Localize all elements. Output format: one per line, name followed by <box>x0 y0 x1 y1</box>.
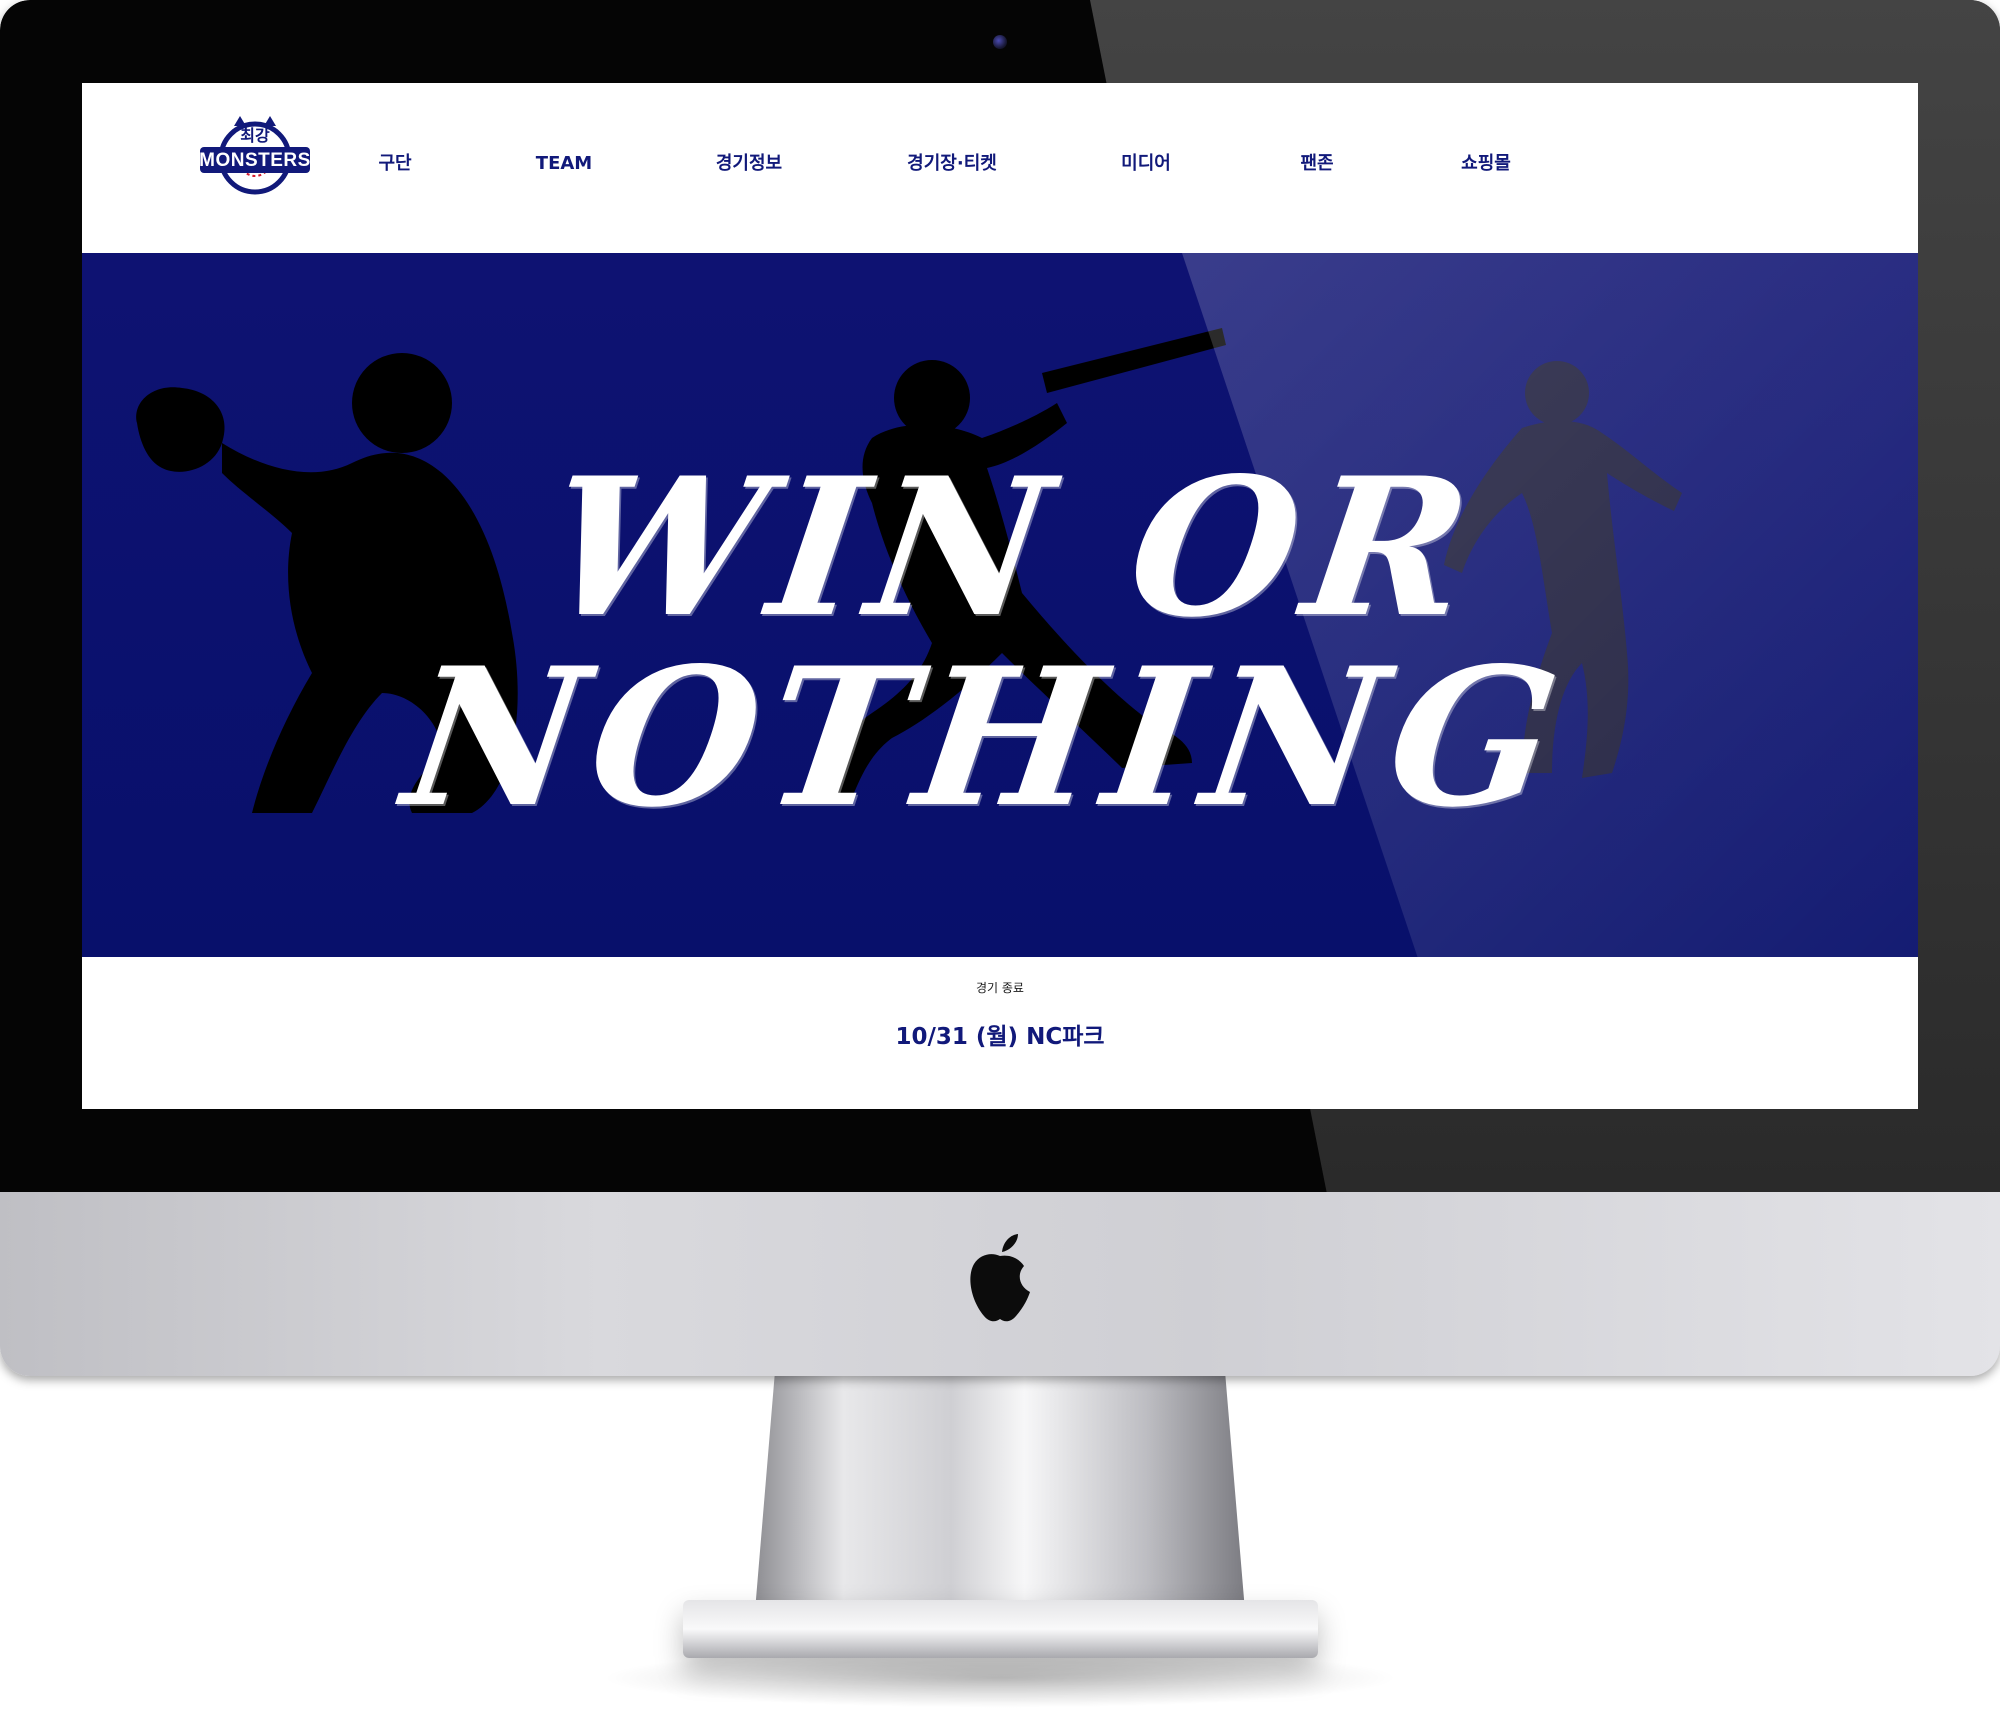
nav-item-shop[interactable]: 쇼핑몰 <box>1461 149 1511 179</box>
stand-base <box>683 1600 1318 1658</box>
match-date-venue: 10/31 (월) NC파크 <box>895 1024 1105 1050</box>
stand-neck <box>755 1376 1245 1611</box>
monsters-logo[interactable]: MONSTERS 최강 <box>196 110 314 205</box>
hero-banner: WIN OR NOTHING <box>82 253 1918 957</box>
nav-item-fanzone[interactable]: 팬존 <box>1300 149 1333 179</box>
nav-item-game-info[interactable]: 경기정보 <box>716 149 782 179</box>
nav-item-club[interactable]: 구단 <box>378 149 411 179</box>
logo-text: MONSTERS <box>199 150 311 171</box>
monitor-bezel: MONSTERS 최강 구단 TEAM 경기정보 경기장·티켓 미디어 팬존 쇼… <box>0 0 2000 1376</box>
logo-top-text: 최강 <box>240 126 270 145</box>
imac-mockup: MONSTERS 최강 구단 TEAM 경기정보 경기장·티켓 미디어 팬존 쇼… <box>0 0 2000 1736</box>
nav-item-stadium-ticket[interactable]: 경기장·티켓 <box>907 149 997 179</box>
screen: MONSTERS 최강 구단 TEAM 경기정보 경기장·티켓 미디어 팬존 쇼… <box>82 83 1918 1109</box>
match-result-section: 경기 종료 10/31 (월) NC파크 <box>82 957 1918 1109</box>
hero-title: WIN OR NOTHING <box>393 436 1580 849</box>
nav-item-team[interactable]: TEAM <box>536 149 592 179</box>
camera-icon <box>993 35 1007 49</box>
apple-logo-icon <box>970 1234 1030 1322</box>
site-header: MONSTERS 최강 구단 TEAM 경기정보 경기장·티켓 미디어 팬존 쇼… <box>82 83 1918 253</box>
scoreboard-preview <box>824 1103 1204 1109</box>
nav-item-media[interactable]: 미디어 <box>1121 149 1171 179</box>
match-status: 경기 종료 <box>976 981 1024 995</box>
